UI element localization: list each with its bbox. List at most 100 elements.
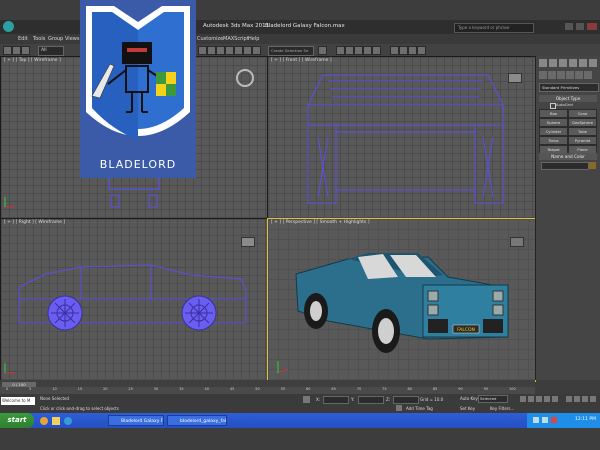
geometry-icon[interactable] [539, 71, 547, 79]
taskbar-item-folder[interactable]: bladelord_galaxy_fal... [167, 415, 227, 426]
quick-launch-media-icon[interactable] [64, 417, 72, 425]
spacewarps-icon[interactable] [584, 71, 592, 79]
viewport-perspective[interactable]: [ + ] [ Perspective ] [ Smooth + Highlig… [267, 218, 536, 382]
track-bar[interactable]: 0 5 10 15 20 25 30 35 40 45 50 55 60 65 70 75 80 85 90 95 10… [0, 387, 535, 394]
angle-snap-icon[interactable] [234, 46, 243, 55]
align-icon[interactable] [216, 46, 225, 55]
quick-launch-explorer-icon[interactable] [52, 417, 60, 425]
modify-tab-icon[interactable] [549, 59, 557, 67]
auto-key-button[interactable]: Auto Key [460, 396, 478, 401]
menu-maxscript[interactable]: MAXScript [223, 36, 249, 42]
geosphere-button[interactable]: GeoSphere [568, 118, 597, 127]
menu-edit[interactable]: Edit [18, 36, 28, 42]
go-to-end-icon[interactable] [552, 396, 558, 402]
curve-editor-icon[interactable] [363, 46, 372, 55]
layer-manager-icon[interactable] [345, 46, 354, 55]
percent-snap-icon[interactable] [243, 46, 252, 55]
maximize-viewport-icon[interactable] [590, 396, 596, 402]
display-tab-icon[interactable] [579, 59, 587, 67]
menu-views[interactable]: Views [65, 36, 79, 42]
redo-icon[interactable] [12, 46, 21, 55]
named-selection-set-input[interactable]: Create Selection Se [268, 46, 314, 56]
object-name-input[interactable] [541, 162, 589, 170]
utilities-tab-icon[interactable] [589, 59, 597, 67]
selection-filter-dropdown[interactable]: All [38, 46, 64, 56]
volume-icon[interactable] [533, 417, 539, 423]
schematic-view-icon[interactable] [372, 46, 381, 55]
cone-button[interactable]: Cone [568, 109, 597, 118]
app-logo-icon[interactable] [3, 21, 14, 32]
hierarchy-tab-icon[interactable] [559, 59, 567, 67]
file-title: Bladelord Galaxy Falcon.max [265, 23, 345, 29]
graphite-icon[interactable] [354, 46, 363, 55]
y-coord-field[interactable] [358, 396, 384, 404]
menu-group[interactable]: Group [48, 36, 63, 42]
close-button[interactable] [587, 23, 597, 30]
cylinder-button[interactable]: Cylinder [539, 127, 568, 136]
add-time-tag-label[interactable]: Add Time Tag [406, 406, 433, 411]
selected-dropdown[interactable]: Selected [478, 395, 508, 403]
named-selection-icon[interactable] [318, 46, 327, 55]
box-button[interactable]: Box [539, 109, 568, 118]
search-box[interactable]: Type a keyword or phrase [454, 23, 534, 33]
helpers-icon[interactable] [575, 71, 583, 79]
x-coord-field[interactable] [323, 396, 349, 404]
link-icon[interactable] [21, 46, 30, 55]
render-icon[interactable] [417, 46, 426, 55]
render-frame-icon[interactable] [408, 46, 417, 55]
pyramid-button[interactable]: Pyramid [568, 136, 597, 145]
motion-tab-icon[interactable] [569, 59, 577, 67]
key-filters-button[interactable]: Key Filters... [490, 406, 514, 411]
spinner-snap-icon[interactable] [252, 46, 261, 55]
pan-icon[interactable] [574, 396, 580, 402]
menu-help[interactable]: Help [248, 36, 259, 42]
mirror-icon[interactable] [207, 46, 216, 55]
object-color-swatch[interactable] [589, 162, 596, 169]
maxscript-listener[interactable]: Welcome to M [1, 397, 35, 405]
taskbar-item-3dsmax[interactable]: Bladelord Galaxy Falc... [108, 415, 164, 426]
lock-selection-icon[interactable] [303, 396, 310, 403]
viewport-front[interactable]: [ + ] [ Front ] [ Wireframe ] [267, 56, 536, 219]
start-button[interactable]: start [0, 413, 34, 428]
quick-launch-browser-icon[interactable] [40, 417, 48, 425]
maximize-button[interactable] [576, 23, 584, 30]
minimize-button[interactable] [565, 23, 573, 30]
tick-label: 40 [204, 387, 209, 391]
primitive-type-value: Standard Primitives [542, 85, 580, 90]
torus-button[interactable]: Torus [539, 136, 568, 145]
name-and-color-rollout[interactable]: Name and Color [539, 153, 597, 160]
sphere-button[interactable]: Sphere [539, 118, 568, 127]
previous-frame-icon[interactable] [528, 396, 534, 402]
go-to-start-icon[interactable] [520, 396, 526, 402]
cameras-icon[interactable] [566, 71, 574, 79]
orbit-icon[interactable] [582, 396, 588, 402]
viewport-right[interactable]: [ + ] [ Right ] [ Wireframe ] [0, 218, 268, 382]
search-input[interactable]: Type a keyword or phrase [458, 25, 509, 30]
create-tab-icon[interactable] [539, 59, 547, 67]
tube-button[interactable]: Tube [568, 127, 597, 136]
primitive-type-dropdown[interactable]: Standard Primitives [539, 83, 599, 92]
next-frame-icon[interactable] [544, 396, 550, 402]
antivirus-icon[interactable] [551, 417, 557, 423]
mirror-tool-icon[interactable] [336, 46, 345, 55]
tick-label: 5 [29, 387, 32, 391]
menu-customize[interactable]: Customize [197, 36, 223, 42]
tick-label: 0 [6, 387, 9, 391]
add-time-tag-icon[interactable] [396, 405, 402, 411]
snap-icon[interactable] [225, 46, 234, 55]
material-editor-icon[interactable] [390, 46, 399, 55]
tick-label: 10 [52, 387, 57, 391]
object-type-rollout[interactable]: Object Type [539, 95, 597, 102]
menu-tools[interactable]: Tools [33, 36, 45, 42]
shapes-icon[interactable] [548, 71, 556, 79]
lights-icon[interactable] [557, 71, 565, 79]
render-setup-icon[interactable] [399, 46, 408, 55]
z-coord-field[interactable] [393, 396, 419, 404]
set-key-button[interactable]: Set Key [460, 406, 475, 411]
undo-icon[interactable] [3, 46, 12, 55]
play-icon[interactable] [536, 396, 542, 402]
network-icon[interactable] [542, 417, 548, 423]
zoom-icon[interactable] [566, 396, 572, 402]
grid-size: Grid = 10.0 [420, 397, 444, 402]
select-icon[interactable] [198, 46, 207, 55]
